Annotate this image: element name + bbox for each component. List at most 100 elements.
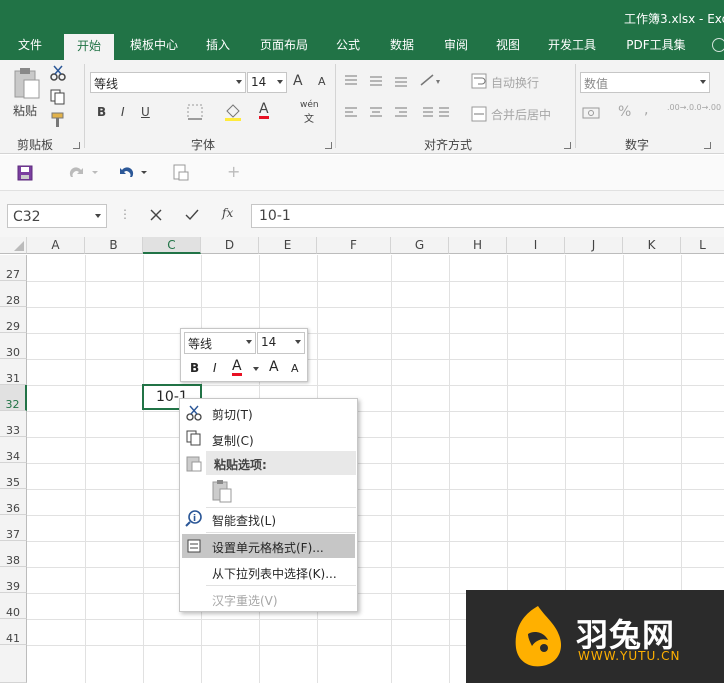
paste-icon[interactable]: [12, 66, 42, 100]
column-header[interactable]: G: [391, 237, 449, 254]
column-header[interactable]: E: [259, 237, 317, 254]
row-header[interactable]: 39: [0, 567, 27, 593]
tab-file[interactable]: 文件: [8, 33, 52, 60]
wrap-text-icon[interactable]: [471, 73, 487, 89]
chevron-down-icon: [295, 340, 301, 344]
column-header[interactable]: L: [681, 237, 724, 254]
orientation-icon[interactable]: [419, 72, 443, 88]
row-header[interactable]: 29: [0, 307, 27, 333]
alignment-dialog-launcher-icon[interactable]: [564, 142, 571, 149]
clipboard-dialog-launcher-icon[interactable]: [73, 142, 80, 149]
cancel-entry-icon[interactable]: [150, 209, 162, 221]
grow-font-button[interactable]: A: [293, 73, 303, 89]
copy-icon[interactable]: [50, 89, 70, 105]
paste-option-icon[interactable]: [211, 479, 233, 503]
undo-icon[interactable]: [117, 165, 149, 181]
column-header[interactable]: H: [449, 237, 507, 254]
column-header[interactable]: D: [201, 237, 259, 254]
shrink-font-button[interactable]: A: [318, 75, 326, 88]
menu-item-pick-from-list[interactable]: 从下拉列表中选择(K)...: [180, 560, 357, 584]
row-header[interactable]: 41: [0, 619, 27, 645]
horizontal-align-icons[interactable]: [344, 106, 424, 120]
row-header[interactable]: 34: [0, 437, 27, 463]
mini-font-combo[interactable]: 等线: [184, 332, 256, 354]
bold-button[interactable]: B: [97, 105, 106, 119]
tab-review[interactable]: 审阅: [434, 33, 478, 60]
formula-input[interactable]: 10-1: [251, 204, 724, 228]
row-header[interactable]: 33: [0, 411, 27, 437]
column-header[interactable]: K: [623, 237, 681, 254]
row-header[interactable]: 30: [0, 333, 27, 359]
underline-button[interactable]: U: [141, 105, 150, 119]
select-all-corner[interactable]: [0, 237, 27, 254]
paste-label[interactable]: 粘贴: [13, 102, 37, 119]
cut-icon[interactable]: [50, 65, 66, 81]
row-header[interactable]: 38: [0, 541, 27, 567]
tab-home[interactable]: 开始: [64, 34, 114, 60]
row-header[interactable]: 40: [0, 593, 27, 619]
customize-qat-icon[interactable]: +: [227, 162, 240, 181]
font-dialog-launcher-icon[interactable]: [325, 142, 332, 149]
column-header[interactable]: F: [317, 237, 391, 254]
column-header[interactable]: A: [27, 237, 85, 254]
tab-data[interactable]: 数据: [380, 33, 424, 60]
chevron-down-icon[interactable]: [253, 367, 259, 371]
borders-icon[interactable]: [187, 104, 205, 120]
font-size-combo[interactable]: 14: [247, 72, 287, 93]
mini-grow-font-button[interactable]: A: [269, 359, 279, 375]
column-header[interactable]: J: [565, 237, 623, 254]
enter-entry-icon[interactable]: [185, 209, 199, 221]
increase-decimal-button[interactable]: .00→.0: [667, 104, 694, 112]
tab-page-layout[interactable]: 页面布局: [254, 33, 314, 60]
tab-template-center[interactable]: 模板中心: [124, 33, 184, 60]
comma-button[interactable]: ,: [644, 102, 648, 118]
merge-center-icon[interactable]: [471, 106, 487, 122]
name-box[interactable]: C32: [7, 204, 107, 228]
row-header[interactable]: 31: [0, 359, 27, 385]
vertical-align-icons[interactable]: [344, 74, 424, 88]
tab-formulas[interactable]: 公式: [326, 33, 370, 60]
mini-font-color-button[interactable]: A: [232, 359, 242, 376]
font-name-combo[interactable]: 等线: [90, 72, 246, 93]
redo-icon[interactable]: [68, 165, 100, 181]
phonetic-button[interactable]: wén: [300, 100, 319, 110]
column-header[interactable]: B: [85, 237, 143, 254]
mini-size-combo[interactable]: 14: [257, 332, 305, 354]
fill-color-icon[interactable]: [224, 102, 242, 122]
column-header-selected[interactable]: C: [143, 237, 201, 254]
menu-item-smart-lookup[interactable]: 智能查找(L): [180, 507, 357, 531]
row-header-selected[interactable]: 32: [0, 385, 27, 411]
tab-insert[interactable]: 插入: [196, 33, 240, 60]
merge-center-button[interactable]: 合并后居中: [491, 106, 551, 123]
number-dialog-launcher-icon[interactable]: [704, 142, 711, 149]
menu-item-cut[interactable]: 剪切(T): [180, 401, 357, 425]
tab-view[interactable]: 视图: [486, 33, 530, 60]
tab-developer[interactable]: 开发工具: [540, 33, 604, 60]
tab-pdf-tools[interactable]: PDF工具集: [618, 33, 694, 60]
indent-icons[interactable]: [417, 105, 457, 121]
wrap-text-button[interactable]: 自动换行: [491, 74, 539, 91]
menu-item-copy[interactable]: 复制(C): [180, 427, 357, 451]
save-icon[interactable]: [17, 165, 33, 181]
insert-function-button[interactable]: fx: [222, 206, 233, 220]
row-header[interactable]: 36: [0, 489, 27, 515]
column-header[interactable]: I: [507, 237, 565, 254]
number-format-combo[interactable]: 数值: [580, 72, 710, 93]
mini-italic-button[interactable]: I: [213, 361, 217, 375]
row-header[interactable]: 35: [0, 463, 27, 489]
row-header[interactable]: 27: [0, 255, 27, 281]
menu-item-format-cells[interactable]: 设置单元格格式(F)...: [182, 534, 355, 558]
row-header[interactable]: [0, 645, 27, 683]
font-color-button[interactable]: A: [259, 102, 269, 119]
percent-button[interactable]: %: [618, 104, 631, 120]
decrease-decimal-button[interactable]: .0→.00: [694, 104, 721, 112]
format-painter-icon[interactable]: [50, 112, 66, 128]
mini-shrink-font-button[interactable]: A: [291, 362, 299, 375]
row-header[interactable]: 37: [0, 515, 27, 541]
currency-icon[interactable]: [582, 105, 604, 121]
lightbulb-icon[interactable]: [712, 38, 724, 52]
mini-bold-button[interactable]: B: [190, 361, 199, 375]
row-header[interactable]: 28: [0, 281, 27, 307]
print-preview-icon[interactable]: [172, 164, 190, 182]
italic-button[interactable]: I: [121, 105, 125, 119]
